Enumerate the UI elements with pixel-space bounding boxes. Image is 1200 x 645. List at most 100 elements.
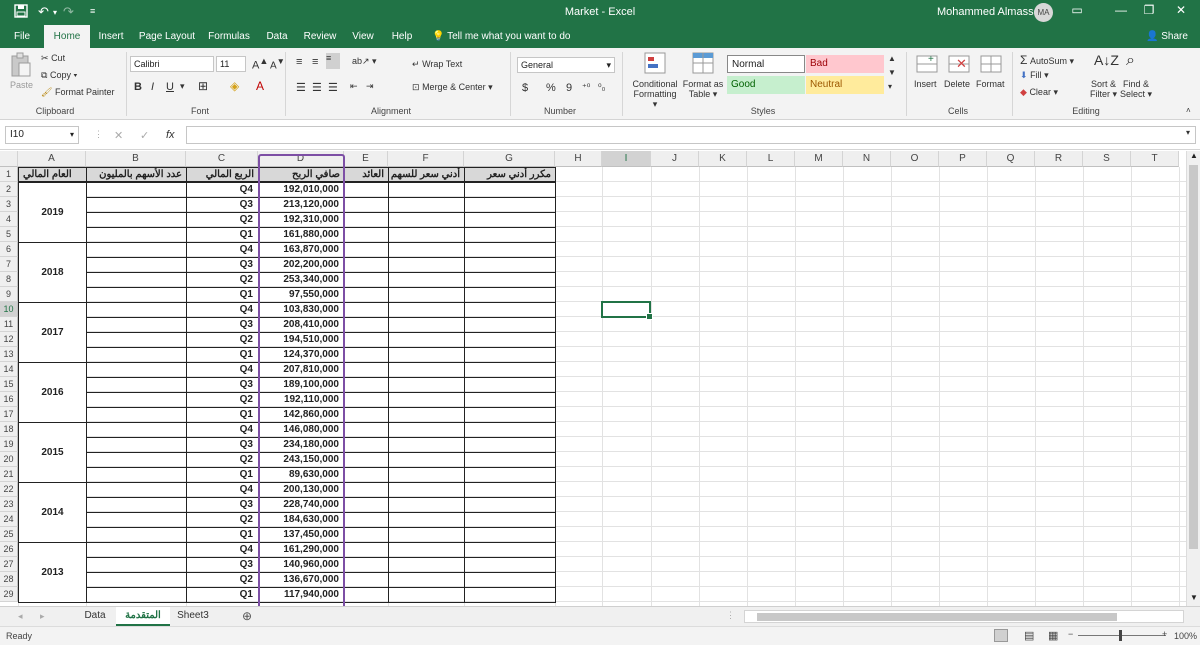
percent-button[interactable]: % xyxy=(546,82,556,94)
insert-cells-button[interactable]: Insert xyxy=(914,79,937,89)
horizontal-scroll-thumb[interactable] xyxy=(757,613,1117,621)
table-cell[interactable] xyxy=(464,482,556,498)
table-cell[interactable] xyxy=(86,587,187,603)
table-cell[interactable] xyxy=(86,572,187,588)
quarter-cell[interactable]: Q3 xyxy=(186,258,253,272)
quarter-cell[interactable]: Q1 xyxy=(186,228,253,242)
table-cell[interactable] xyxy=(344,257,389,273)
quarter-cell[interactable]: Q4 xyxy=(186,423,253,437)
scroll-up-icon[interactable]: ▲ xyxy=(1190,151,1198,160)
next-sheet-icon[interactable]: ▸ xyxy=(40,611,45,622)
table-cell[interactable] xyxy=(86,317,187,333)
table-cell[interactable] xyxy=(344,482,389,498)
header-cell-b[interactable]: عدد الأسهم بالمليون xyxy=(86,167,187,182)
table-cell[interactable] xyxy=(464,437,556,453)
row-header-9[interactable]: 9 xyxy=(0,287,18,302)
zoom-slider-thumb[interactable] xyxy=(1119,630,1122,641)
column-header-c[interactable]: C xyxy=(186,151,258,167)
column-header-j[interactable]: J xyxy=(651,151,699,167)
row-header-2[interactable]: 2 xyxy=(0,182,18,197)
tab-file[interactable]: File xyxy=(8,25,36,48)
row-header-1[interactable]: 1 xyxy=(0,167,18,182)
table-cell[interactable] xyxy=(388,587,465,603)
tab-view[interactable]: View xyxy=(348,25,378,48)
tell-me-box[interactable]: 💡 Tell me what you want to do xyxy=(432,25,570,48)
table-cell[interactable] xyxy=(388,437,465,453)
table-cell[interactable] xyxy=(388,512,465,528)
table-cell[interactable] xyxy=(344,377,389,393)
year-cell[interactable]: 2014 xyxy=(18,482,87,543)
style-normal[interactable]: Normal xyxy=(727,55,805,73)
number-format-select[interactable]: General ▾ xyxy=(517,57,615,73)
comma-button[interactable]: 9 xyxy=(566,82,572,94)
bold-button[interactable]: B xyxy=(134,81,142,93)
enter-icon[interactable]: ✓ xyxy=(140,129,149,142)
table-cell[interactable] xyxy=(388,527,465,543)
column-header-l[interactable]: L xyxy=(747,151,795,167)
insert-function-button[interactable]: fx xyxy=(166,129,175,141)
row-header-6[interactable]: 6 xyxy=(0,242,18,257)
tab-insert[interactable]: Insert xyxy=(94,25,128,48)
ribbon-display-icon[interactable]: ▭ xyxy=(1062,3,1092,17)
decrease-font-icon[interactable]: A▼ xyxy=(270,56,285,71)
table-cell[interactable] xyxy=(464,227,556,243)
formula-input[interactable] xyxy=(186,126,1196,144)
table-cell[interactable] xyxy=(86,212,187,228)
table-cell[interactable] xyxy=(464,587,556,603)
format-cells-button[interactable]: Format xyxy=(976,79,1005,89)
quarter-cell[interactable]: Q1 xyxy=(186,408,253,422)
column-header-p[interactable]: P xyxy=(939,151,987,167)
table-cell[interactable] xyxy=(388,227,465,243)
column-header-f[interactable]: F xyxy=(388,151,464,167)
table-cell[interactable] xyxy=(388,212,465,228)
table-cell[interactable] xyxy=(388,317,465,333)
table-cell[interactable] xyxy=(464,527,556,543)
quarter-cell[interactable]: Q2 xyxy=(186,513,253,527)
zoom-slider[interactable] xyxy=(1078,635,1166,636)
table-cell[interactable] xyxy=(388,557,465,573)
quarter-cell[interactable]: Q4 xyxy=(186,483,253,497)
table-cell[interactable] xyxy=(344,392,389,408)
row-header-25[interactable]: 25 xyxy=(0,527,18,542)
table-cell[interactable] xyxy=(464,512,556,528)
table-cell[interactable] xyxy=(464,257,556,273)
table-cell[interactable] xyxy=(86,362,187,378)
cancel-icon[interactable]: ✕ xyxy=(114,129,123,142)
header-cell-e[interactable]: العائد xyxy=(344,167,389,182)
sort-filter-button[interactable]: Sort & Filter ▾ xyxy=(1090,79,1117,100)
table-cell[interactable] xyxy=(388,287,465,303)
styles-more-icon[interactable]: ▾ xyxy=(888,82,892,91)
close-icon[interactable]: ✕ xyxy=(1166,3,1196,17)
table-cell[interactable] xyxy=(464,302,556,318)
table-cell[interactable] xyxy=(464,392,556,408)
table-cell[interactable] xyxy=(86,377,187,393)
quarter-cell[interactable]: Q2 xyxy=(186,393,253,407)
table-cell[interactable] xyxy=(388,302,465,318)
table-cell[interactable] xyxy=(86,467,187,483)
table-cell[interactable] xyxy=(464,347,556,363)
sheet-tab-sheet3[interactable]: Sheet3 xyxy=(174,607,212,626)
tab-formulas[interactable]: Formulas xyxy=(204,25,254,48)
table-cell[interactable] xyxy=(388,497,465,513)
underline-dropdown-icon[interactable]: ▾ xyxy=(180,81,185,92)
insert-cells-icon[interactable]: + xyxy=(916,52,938,76)
spreadsheet-grid[interactable]: A B C D E F G H I J K L M N O P Q R S T 1 2 3 4 5 6 7 8 9 10 11 12 13 14 1… xyxy=(0,151,1186,606)
zoom-level[interactable]: 100% xyxy=(1174,631,1197,641)
year-cell[interactable]: 2013 xyxy=(18,542,87,603)
table-cell[interactable] xyxy=(344,467,389,483)
style-good[interactable]: Good xyxy=(727,76,805,94)
format-cells-icon[interactable] xyxy=(980,52,1002,76)
header-cell-g[interactable]: مكرر أدني سعر xyxy=(464,167,556,182)
table-cell[interactable] xyxy=(464,182,556,198)
row-header-26[interactable]: 26 xyxy=(0,542,18,557)
column-header-m[interactable]: M xyxy=(795,151,843,167)
quarter-cell[interactable]: Q3 xyxy=(186,198,253,212)
column-header-s[interactable]: S xyxy=(1083,151,1131,167)
tab-help[interactable]: Help xyxy=(388,25,416,48)
decrease-decimal-icon[interactable]: ⁰₀ xyxy=(598,82,605,93)
table-cell[interactable] xyxy=(464,377,556,393)
quarter-cell[interactable]: Q1 xyxy=(186,468,253,482)
row-header-16[interactable]: 16 xyxy=(0,392,18,407)
font-size-select[interactable]: 11 xyxy=(216,56,246,72)
row-header-4[interactable]: 4 xyxy=(0,212,18,227)
